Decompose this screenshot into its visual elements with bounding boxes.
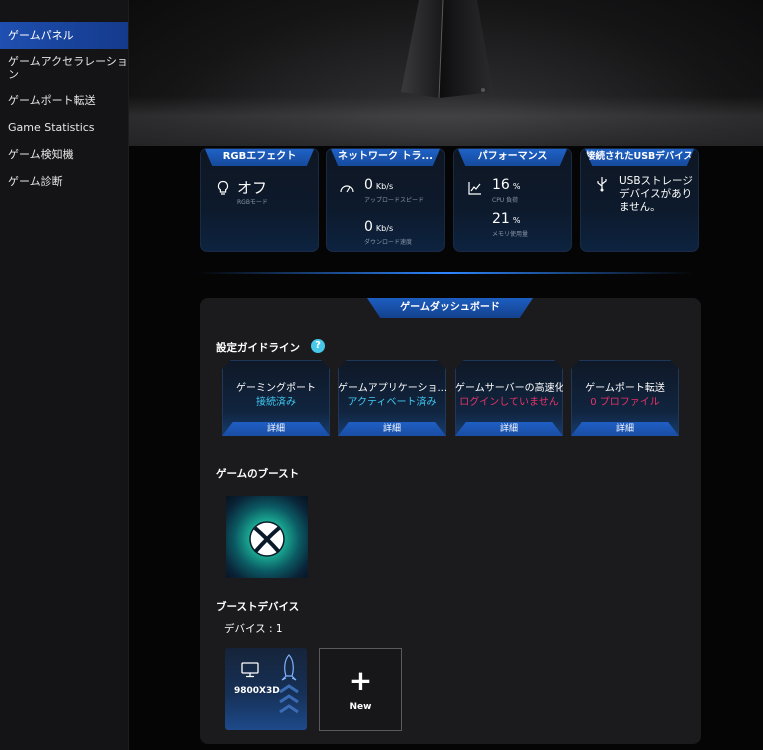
- help-icon[interactable]: ?: [311, 339, 325, 353]
- guide-card-detail-button[interactable]: 詳細: [222, 422, 330, 436]
- hero-banner: [129, 0, 763, 146]
- speedometer-icon: [340, 185, 354, 193]
- upload-speed-label: アップロードスピード: [364, 197, 425, 204]
- memory-usage-value: 21%: [492, 211, 521, 227]
- sidebar-item-game-acceleration[interactable]: ゲームアクセラレーション: [0, 49, 128, 87]
- sidebar-item-game-diagnostics[interactable]: ゲーム診断: [0, 168, 128, 195]
- network-traffic-card[interactable]: ネットワーク トラ... 0 Kb/s アップロードスピード 0 Kb/s ダウンロ…: [326, 148, 445, 252]
- cpu-load-value: 16%: [492, 177, 521, 193]
- sidebar-item-game-statistics[interactable]: Game Statistics: [0, 114, 128, 141]
- guide-card-gaming-port[interactable]: ゲーミングポート 接続済み 詳細: [222, 360, 330, 436]
- sidebar-item-game-panel[interactable]: ゲームパネル: [0, 22, 128, 49]
- guide-card-status: 0 プロファイル: [590, 397, 660, 408]
- sidebar: ゲームパネル ゲームアクセラレーション ゲームポート転送 Game Statis…: [0, 0, 129, 750]
- performance-card[interactable]: パフォーマンス 16% CPU 負荷 21% メモリ使用量: [453, 148, 572, 252]
- usb-card-title: 接続されたUSBデバイス: [584, 149, 695, 166]
- rgb-mode-label: RGBモード: [237, 199, 268, 206]
- device-name: 9800X3D: [234, 686, 280, 696]
- xbox-game-tile[interactable]: [226, 496, 308, 578]
- lightbulb-icon: [217, 180, 229, 195]
- guide-card-title: ゲームサーバーの高速化: [455, 383, 563, 394]
- guide-card-status: 接続済み: [256, 397, 296, 408]
- game-boost-title: ゲームのブースト: [216, 468, 300, 480]
- guide-card-port-forwarding[interactable]: ゲームポート転送 0 プロファイル 詳細: [571, 360, 679, 436]
- guide-card-status: アクティベート済み: [347, 397, 437, 408]
- rgb-card-title: RGBエフェクト: [204, 149, 315, 166]
- guide-card-title: ゲームポート転送: [585, 383, 665, 394]
- device-count: デバイス : 1: [224, 623, 283, 635]
- cpu-load-label: CPU 負荷: [492, 197, 519, 204]
- rocket-icon: [279, 654, 299, 714]
- guide-card-game-app[interactable]: ゲームアプリケーショ... アクティベート済み 詳細: [338, 360, 446, 436]
- sidebar-item-game-detector[interactable]: ゲーム検知機: [0, 141, 128, 168]
- sidebar-item-port-forwarding[interactable]: ゲームポート転送: [0, 87, 128, 114]
- rgb-effect-card[interactable]: RGBエフェクト オフ RGBモード: [200, 148, 319, 252]
- usb-devices-card[interactable]: 接続されたUSBデバイス USBストレージ デバイスがありません。: [580, 148, 699, 252]
- guide-card-server-acceleration[interactable]: ゲームサーバーの高速化 ログインしていません 詳細: [455, 360, 563, 436]
- xbox-icon: [249, 521, 285, 557]
- guide-card-status: ログインしていません: [459, 397, 559, 408]
- game-dashboard-panel: ゲームダッシュボード 設定ガイドライン ? ゲーミングポート 接続済み 詳細 ゲ…: [200, 298, 701, 744]
- guide-card-detail-button[interactable]: 詳細: [571, 422, 679, 436]
- plus-icon: +: [348, 664, 373, 697]
- section-divider: [199, 272, 693, 274]
- performance-card-title: パフォーマンス: [457, 149, 568, 166]
- hero-floor: [129, 96, 763, 146]
- usb-status-text: USBストレージ デバイスがありません。: [619, 175, 693, 213]
- download-speed-label: ダウンロード速度: [364, 239, 413, 246]
- sidebar-nav: ゲームパネル ゲームアクセラレーション ゲームポート転送 Game Statis…: [0, 0, 128, 195]
- guide-card-title: ゲーミングポート: [236, 383, 316, 394]
- chart-line-icon: [468, 182, 481, 195]
- dashboard-tab-title: ゲームダッシュボード: [367, 298, 533, 318]
- memory-usage-label: メモリ使用量: [492, 231, 529, 238]
- monitor-icon: [241, 662, 259, 678]
- add-device-button[interactable]: + New: [319, 648, 402, 731]
- boost-device-card[interactable]: 9800X3D: [225, 648, 307, 730]
- setting-guideline-title: 設定ガイドライン: [216, 342, 300, 354]
- usb-icon: [597, 177, 607, 192]
- guide-card-title: ゲームアプリケーショ...: [338, 383, 446, 394]
- add-device-label: New: [349, 702, 372, 712]
- guide-card-detail-button[interactable]: 詳細: [455, 422, 563, 436]
- boost-device-title: ブーストデバイス: [216, 601, 300, 613]
- rgb-value: オフ: [237, 179, 268, 197]
- main-content: RGBエフェクト オフ RGBモード ネットワーク トラ... 0 Kb/s アッ…: [129, 146, 763, 750]
- network-card-title: ネットワーク トラ...: [330, 149, 441, 166]
- download-speed-value: 0 Kb/s: [364, 219, 394, 235]
- guide-card-detail-button[interactable]: 詳細: [338, 422, 446, 436]
- upload-speed-value: 0 Kb/s: [364, 177, 394, 193]
- router-tower-image: [401, 0, 493, 98]
